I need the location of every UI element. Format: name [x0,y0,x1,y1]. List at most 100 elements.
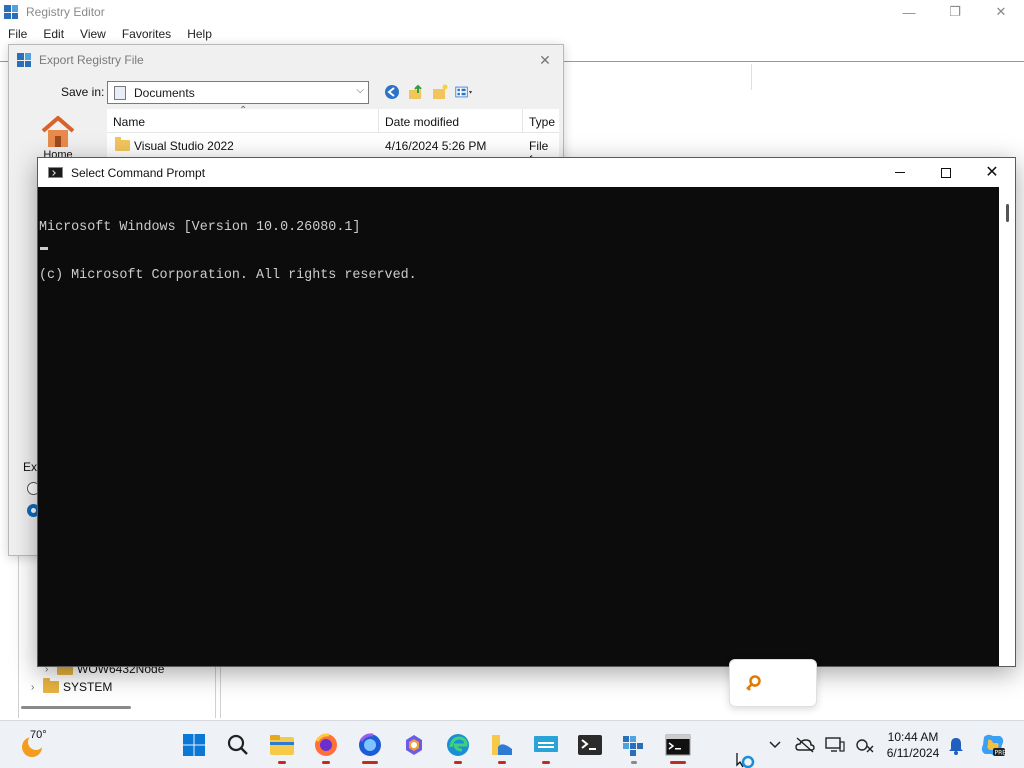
console-scrollbar-thumb[interactable] [1006,204,1009,222]
search-flyout[interactable] [729,659,817,707]
dialog-toolbar [383,83,473,101]
taskbar-search-button[interactable] [216,725,260,765]
clock-date: 6/11/2024 [886,746,940,760]
folder-icon [43,678,59,693]
console-scrollbar[interactable] [999,187,1015,666]
minimize-button[interactable] [877,158,923,187]
column-header-type[interactable]: Type [529,115,555,129]
taskbar-firefox[interactable] [304,725,348,765]
save-in-dropdown[interactable]: Documents ⌵ [107,81,369,104]
running-indicator [542,761,550,764]
column-separator[interactable] [522,109,523,133]
file-list-row[interactable]: Visual Studio 2022 4/16/2024 5:26 PM Fil… [107,137,559,167]
edge-icon [447,734,469,756]
registry-editor-icon [623,736,643,756]
taskbar-file-explorer[interactable] [260,725,304,765]
documents-icon [114,85,126,100]
show-hidden-icons-chevron-icon[interactable] [760,730,790,760]
file-list[interactable]: Name ⌃ Date modified Type Visual Studio … [107,105,559,167]
column-divider [751,64,752,90]
photos-icon [406,735,422,755]
file-date-cell: 4/16/2024 5:26 PM [385,139,487,153]
search-key-icon[interactable] [744,674,762,695]
save-in-label: Save in: [61,85,105,99]
menu-favorites[interactable]: Favorites [122,27,171,41]
weather-temperature: 70° [30,729,47,741]
system-tray [760,721,880,768]
windows-icon [183,734,205,756]
places-home[interactable]: Home [37,115,79,161]
svg-text:PRE: PRE [995,750,1007,757]
tree-item-system[interactable]: › SYSTEM [31,678,112,696]
menu-edit[interactable]: Edit [43,27,64,41]
start-button[interactable] [172,725,216,765]
command-prompt-icon [48,167,63,178]
display-icon[interactable] [820,730,850,760]
registry-editor-menubar: File Edit View Favorites Help [0,24,1024,44]
export-dialog-titlebar: Export Registry File [9,45,563,75]
clock-time: 10:44 AM [887,730,939,744]
running-indicator [670,761,686,764]
close-icon: ✕ [985,163,999,181]
maximize-button[interactable] [923,158,969,187]
menu-file[interactable]: File [8,27,27,41]
up-folder-icon[interactable] [407,83,425,101]
running-indicator [631,761,637,764]
taskbar-clock[interactable]: 10:44 AM 6/11/2024 [880,729,946,761]
console-line: (c) Microsoft Corporation. All rights re… [39,268,417,283]
view-menu-icon[interactable] [455,83,473,101]
taskbar-file-manager[interactable] [480,725,524,765]
weather-widget[interactable]: 70° [18,729,68,763]
menu-help[interactable]: Help [187,27,212,41]
network-disconnected-icon[interactable] [850,730,880,760]
taskbar-terminal[interactable] [568,725,612,765]
taskbar-apps [172,725,700,765]
taskbar-edge[interactable] [436,725,480,765]
running-indicator [454,761,462,764]
taskbar-firefox-developer[interactable] [348,725,392,765]
remote-desktop-icon [534,736,558,752]
close-icon[interactable]: ✕ [535,50,555,70]
taskbar-registry-editor[interactable] [612,725,656,765]
onedrive-offline-icon[interactable] [790,730,820,760]
command-prompt-window[interactable]: Select Command Prompt ✕ Microsoft Window… [37,157,1016,667]
taskbar-command-prompt[interactable] [656,725,700,765]
firefox-developer-icon [359,733,381,756]
column-header-date-modified[interactable]: Date modified [385,115,459,129]
registry-editor-titlebar: Registry Editor [0,0,1024,24]
folder-icon [115,137,130,151]
file-explorer-icon [270,735,294,755]
close-icon[interactable]: ✕ [978,0,1024,24]
running-indicator [278,761,286,764]
close-button[interactable]: ✕ [969,158,1015,187]
notification-bell-icon[interactable] [948,737,964,755]
registry-editor-window-controls: — ❐ ✕ [886,0,1024,24]
taskbar-photos[interactable] [392,725,436,765]
firefox-icon [315,733,337,756]
command-prompt-titlebar[interactable]: Select Command Prompt [38,158,1015,187]
export-dialog-title: Export Registry File [39,53,144,67]
new-folder-icon[interactable] [431,83,449,101]
menu-view[interactable]: View [80,27,106,41]
taskbar: 70° 10:44 AM 6/11/2024 PRE [0,720,1024,768]
file-name: Visual Studio 2022 [134,139,234,153]
text-cursor [40,247,48,250]
column-header-name[interactable]: Name [113,115,145,129]
file-name-cell: Visual Studio 2022 [115,137,234,153]
copilot-icon[interactable]: PRE [980,733,1006,760]
back-icon[interactable] [383,83,401,101]
chevron-right-icon[interactable]: › [31,682,43,693]
console-output[interactable]: Microsoft Windows [Version 10.0.26080.1]… [39,188,999,666]
taskbar-remote-desktop[interactable] [524,725,568,765]
file-list-header: Name ⌃ Date modified Type [107,105,559,133]
maximize-icon [941,167,951,178]
registry-editor-icon [4,5,18,19]
column-separator[interactable] [378,109,379,133]
restore-icon[interactable]: ❐ [932,0,978,24]
chevron-down-icon[interactable]: ⌵ [356,85,364,96]
tree-item-label: SYSTEM [63,680,113,694]
tree-horizontal-scrollbar[interactable] [21,706,131,709]
save-in-value: Documents [134,85,195,100]
home-icon [40,115,76,149]
minimize-icon[interactable]: — [886,0,932,24]
